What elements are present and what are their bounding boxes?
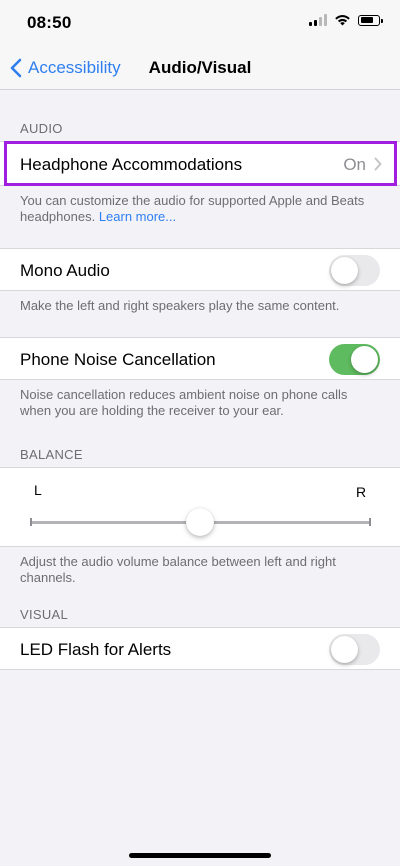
mono-audio-label: Mono Audio: [20, 261, 110, 280]
battery-icon: [358, 14, 383, 26]
balance-slider-right-end: [369, 518, 371, 526]
toggle-knob: [331, 257, 358, 284]
section-header-visual: VISUAL: [20, 607, 69, 622]
navigation-bar: Accessibility Audio/Visual: [0, 46, 400, 90]
headphone-accommodations-label: Headphone Accommodations: [20, 155, 243, 174]
balance-footer: Adjust the audio volume balance between …: [20, 554, 336, 585]
led-flash-row: LED Flash for Alerts: [0, 627, 400, 670]
status-time: 08:50: [27, 13, 72, 32]
led-flash-label: LED Flash for Alerts: [20, 640, 172, 659]
balance-left-label: L: [34, 482, 42, 498]
learn-more-link[interactable]: Learn more...: [99, 209, 176, 224]
headphone-accommodations-value: On: [343, 155, 366, 174]
balance-slider-thumb[interactable]: [186, 508, 214, 536]
noise-cancellation-footer: Noise cancellation reduces ambient noise…: [20, 387, 348, 418]
led-flash-toggle[interactable]: [329, 634, 380, 665]
mono-audio-row: Mono Audio: [0, 248, 400, 291]
toggle-knob: [351, 346, 378, 373]
page-title: Audio/Visual: [0, 46, 400, 89]
balance-right-label: R: [356, 484, 367, 500]
mono-audio-toggle[interactable]: [329, 255, 380, 286]
cellular-signal-icon: [309, 14, 327, 26]
section-header-audio: AUDIO: [20, 121, 63, 136]
home-indicator[interactable]: [129, 853, 271, 858]
section-header-balance: BALANCE: [20, 447, 83, 462]
phone-noise-cancellation-label: Phone Noise Cancellation: [20, 350, 216, 369]
mono-audio-footer: Make the left and right speakers play th…: [20, 298, 340, 313]
phone-noise-cancellation-row: Phone Noise Cancellation: [0, 337, 400, 380]
status-bar: 08:50: [0, 0, 400, 46]
wifi-icon: [335, 15, 350, 26]
headphone-footer: You can customize the audio for supporte…: [20, 193, 380, 225]
toggle-knob: [331, 636, 358, 663]
headphone-accommodations-row[interactable]: Headphone Accommodations On: [0, 141, 400, 186]
page-title-text: Audio/Visual: [148, 58, 252, 77]
headphone-footer-text: You can customize the audio for supporte…: [20, 193, 365, 224]
phone-noise-cancellation-toggle[interactable]: [329, 344, 380, 375]
chevron-right-icon: [374, 157, 382, 171]
status-icons: [309, 14, 383, 26]
balance-slider-left-end: [30, 518, 32, 526]
